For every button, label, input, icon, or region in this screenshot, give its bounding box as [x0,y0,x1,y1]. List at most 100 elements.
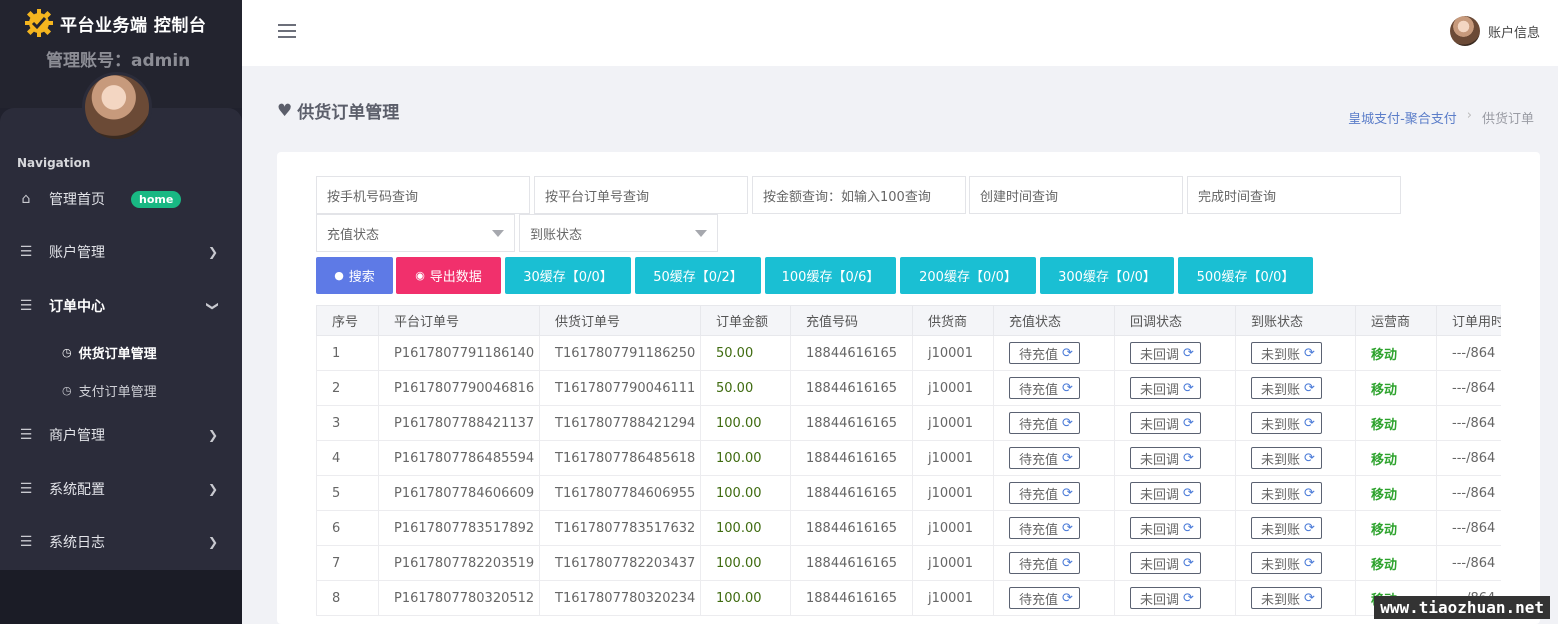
recharge-status-button[interactable]: 待充值 ⟳ [1009,412,1080,434]
callback-status-button[interactable]: 未回调 ⟳ [1130,552,1201,574]
status-label: 未到账 [1261,522,1301,538]
search-button[interactable]: ● 搜索 [316,257,393,294]
breadcrumb-current: 供货订单 [1481,112,1534,127]
arrival-status-button[interactable]: 未到账 ⟳ [1251,342,1322,364]
refresh-icon: ⟳ [1062,555,1073,571]
amount-search-input[interactable]: 按金额查询：如输入100查询 [752,176,966,214]
callback-status-button[interactable]: 未回调 ⟳ [1130,587,1201,609]
status-label: 未到账 [1261,347,1301,363]
avatar [1449,16,1480,46]
cache-300-button[interactable]: 300缓存【0/0】 [1040,257,1174,294]
nav-item-merchant-management[interactable]: ☰ 商户管理 ❯ [0,415,242,455]
nav-item-system-config[interactable]: ☰ 系统配置 ❯ [0,469,242,509]
button-label: 导出数据 [429,270,482,285]
arrival-status-select[interactable]: 到账状态 [519,214,718,252]
table-cell: 未回调 ⟳ [1114,440,1236,476]
finished-time-input[interactable]: 完成时间查询 [1187,176,1401,214]
table-cell: ---/864 [1436,510,1501,546]
nav-item-system-logs[interactable]: ☰ 系统日志 ❯ [0,522,242,562]
callback-status-button[interactable]: 未回调 ⟳ [1130,377,1201,399]
table-cell: 3 [316,405,379,441]
cache-30-button[interactable]: 30缓存【0/0】 [505,257,631,294]
status-label: 未到账 [1261,382,1301,398]
table-header-row: 序号 平台订单号 供货订单号 订单金额 充值号码 供货商 充值状态 回调状态 到账状态 运营商 订单… [316,305,1501,336]
refresh-icon: ⟳ [1183,345,1194,361]
arrival-status-button[interactable]: 未到账 ⟳ [1251,587,1322,609]
callback-status-button[interactable]: 未回调 ⟳ [1130,447,1201,469]
table-cell: 100.00 [700,475,791,511]
nav-item-order-center[interactable]: ☰ 订单中心 ❯ [0,286,242,326]
select-value: 充值状态 [327,227,380,243]
table-cell: 未回调 ⟳ [1114,545,1236,581]
subnav-payment-orders[interactable]: ◷ 支付订单管理 [62,378,157,402]
select-value: 到账状态 [530,227,583,243]
callback-status-button[interactable]: 未回调 ⟳ [1130,482,1201,504]
refresh-icon: ⟳ [1183,555,1194,571]
orders-card: 按手机号码查询 按平台订单号查询 按金额查询：如输入100查询 创建时间查询 完… [277,152,1540,624]
nav-item-label: 账户管理 [49,245,105,261]
subnav-label: 供货订单管理 [78,346,157,362]
arrival-status-button[interactable]: 未到账 ⟳ [1251,517,1322,539]
nav-item-account-management[interactable]: ☰ 账户管理 ❯ [0,232,242,272]
column-header: 平台订单号 [378,305,540,336]
status-label: 待充值 [1019,557,1059,573]
caret-down-icon [695,230,707,237]
orders-table-container[interactable]: 序号 平台订单号 供货订单号 订单金额 充值号码 供货商 充值状态 回调状态 到账状态 运营商 订单… [316,305,1501,624]
recharge-status-button[interactable]: 待充值 ⟳ [1009,552,1080,574]
cache-200-button[interactable]: 200缓存【0/0】 [900,257,1036,294]
chevron-down-icon: ❯ [205,300,220,312]
export-button[interactable]: ◉ 导出数据 [396,257,501,294]
recharge-status-select[interactable]: 充值状态 [316,214,515,252]
export-icon: ◉ [415,269,425,282]
breadcrumb-link[interactable]: 皇城支付-聚合支付 [1348,108,1457,127]
table-row: 6 P1617807783517892 T1617807783517632 100.0… [316,510,1501,546]
status-label: 未到账 [1261,452,1301,468]
table-cell: T1617807783517632 [539,510,701,546]
recharge-status-button[interactable]: 待充值 ⟳ [1009,342,1080,364]
cache-50-button[interactable]: 50缓存【0/2】 [635,257,761,294]
callback-status-button[interactable]: 未回调 ⟳ [1130,517,1201,539]
subnav-supply-orders[interactable]: ◷ 供货订单管理 [62,340,157,364]
arrival-status-button[interactable]: 未到账 ⟳ [1251,377,1322,399]
table-cell: T1617807791186250 [539,335,701,371]
column-header: 充值号码 [790,305,913,336]
menu-toggle-icon[interactable] [278,24,296,38]
page-title-text: 供货订单管理 [297,103,400,123]
cache-100-button[interactable]: 100缓存【0/6】 [765,257,896,294]
gear-logo-icon [25,9,53,37]
list-icon: ☰ [19,427,33,443]
table-cell: j10001 [912,475,994,511]
created-time-input[interactable]: 创建时间查询 [969,176,1183,214]
list-icon: ☰ [19,481,33,497]
arrival-status-button[interactable]: 未到账 ⟳ [1251,552,1322,574]
status-label: 待充值 [1019,487,1059,503]
recharge-status-button[interactable]: 待充值 ⟳ [1009,447,1080,469]
search-icon: ● [334,269,344,282]
account-info[interactable]: 账户信息 [1449,16,1540,46]
cache-500-button[interactable]: 500缓存【0/0】 [1178,257,1313,294]
phone-search-input[interactable]: 按手机号码查询 [316,176,530,214]
recharge-status-button[interactable]: 待充值 ⟳ [1009,517,1080,539]
callback-status-button[interactable]: 未回调 ⟳ [1130,412,1201,434]
arrival-status-button[interactable]: 未到账 ⟳ [1251,412,1322,434]
admin-avatar[interactable] [82,72,152,142]
table-cell: 移动 [1355,370,1437,406]
table-cell: T1617807786485618 [539,440,701,476]
arrival-status-button[interactable]: 未到账 ⟳ [1251,482,1322,504]
nav-item-home[interactable]: ⌂ 管理首页 home [0,179,242,219]
table-cell: 待充值 ⟳ [993,335,1115,371]
platform-order-search-input[interactable]: 按平台订单号查询 [534,176,748,214]
callback-status-button[interactable]: 未回调 ⟳ [1130,342,1201,364]
arrival-status-button[interactable]: 未到账 ⟳ [1251,447,1322,469]
recharge-status-button[interactable]: 待充值 ⟳ [1009,587,1080,609]
recharge-status-button[interactable]: 待充值 ⟳ [1009,482,1080,504]
breadcrumb-separator: › [1466,108,1472,123]
refresh-icon: ⟳ [1304,450,1315,466]
table-cell: j10001 [912,405,994,441]
brand[interactable]: 平台业务端 控制台 [24,8,206,38]
list-icon: ☰ [19,534,33,550]
table-cell: 18844616165 [790,335,913,371]
refresh-icon: ⟳ [1062,485,1073,501]
table-cell: T1617807784606955 [539,475,701,511]
recharge-status-button[interactable]: 待充值 ⟳ [1009,377,1080,399]
